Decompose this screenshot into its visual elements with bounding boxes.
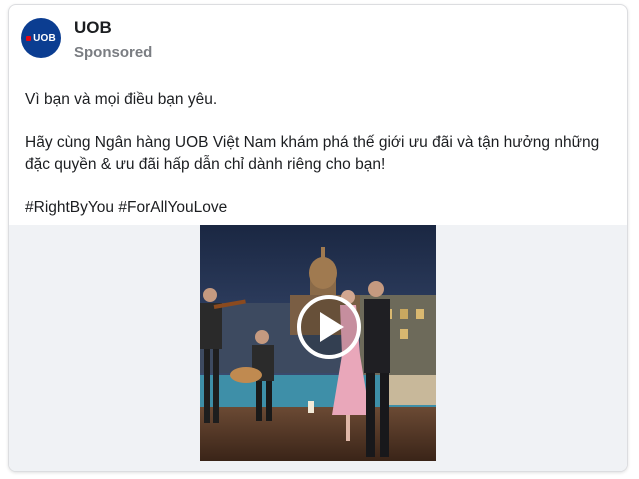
caption-line-1: Vì bạn và mọi điều bạn yêu. [25, 91, 218, 108]
page-avatar[interactable]: UOB [21, 18, 61, 58]
hashtags[interactable]: #RightByYou #ForAllYouLove [25, 197, 605, 219]
post-caption: Vì bạn và mọi điều bạn yêu. Hãy cùng Ngâ… [25, 89, 605, 219]
sponsored-label[interactable]: Sponsored [74, 44, 152, 61]
sponsored-post-card: UOB UOB Sponsored Vì bạn và mọi điều bạn… [8, 4, 628, 472]
play-icon [320, 312, 344, 342]
video-thumbnail[interactable] [200, 225, 436, 461]
play-button[interactable] [297, 295, 361, 359]
page-name-link[interactable]: UOB [74, 18, 112, 38]
media-container [9, 225, 627, 471]
uob-logo-icon: UOB [26, 33, 56, 44]
caption-line-2: Hãy cùng Ngân hàng UOB Việt Nam khám phá… [25, 134, 600, 173]
logo-text: UOB [33, 32, 56, 44]
